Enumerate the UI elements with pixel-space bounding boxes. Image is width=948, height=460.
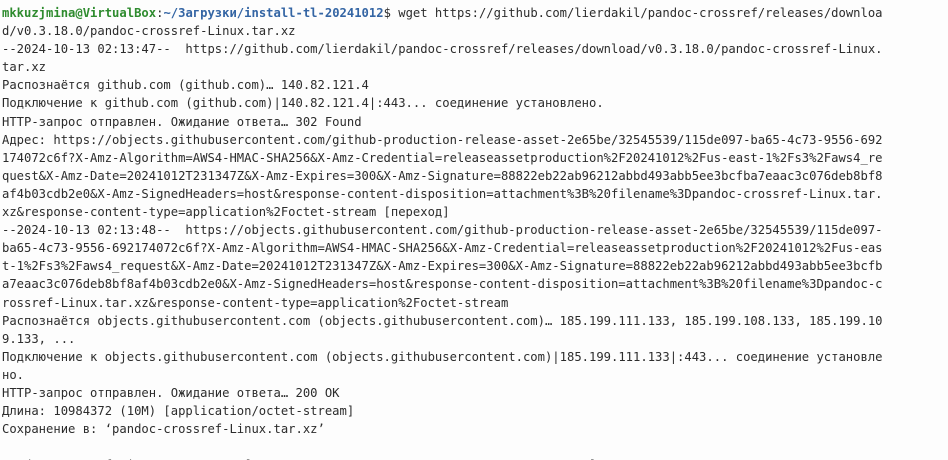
prompt-line: mkkuzjmina@VirtualBox:~/Загрузки/install… [2, 4, 948, 22]
prompt-user-host: mkkuzjmina@VirtualBox [2, 6, 157, 20]
output-line: rossref-Linux.tar.xz&response-content-ty… [2, 295, 509, 310]
output-line: Адрес: https://objects.githubusercontent… [2, 132, 883, 147]
output-line: HTTP-запрос отправлен. Ожидание ответа… … [2, 114, 362, 129]
output-line: a7eaac3c076deb8bf8af4b03cdb2e0&X-Amz-Sig… [2, 277, 883, 292]
output-line: Сохранение в: ‘pandoc-crossref-Linux.tar… [2, 422, 325, 437]
output-line: t-1%2Fs3%2Faws4_request&X-Amz-Date=20241… [2, 259, 883, 274]
output-line: Длина: 10984372 (10M) [application/octet… [2, 404, 355, 419]
output-line: но. [2, 367, 25, 382]
prompt-symbol: $ [383, 6, 391, 20]
output-line: Подключение к objects.githubusercontent.… [2, 349, 883, 364]
output-line: tar.xz [2, 60, 47, 75]
terminal-output: d/v0.3.18.0/pandoc-crossref-Linux.tar.xz… [2, 22, 948, 460]
prompt-path: ~/Загрузки/install-tl-20241012 [163, 6, 384, 20]
output-line: --2024-10-13 02:13:47-- https://github.c… [2, 42, 883, 57]
output-line: Подключение к github.com (github.com)|14… [2, 96, 604, 111]
output-line: quest&X-Amz-Date=20241012T231347Z&X-Amz-… [2, 168, 883, 183]
output-line: d/v0.3.18.0/pandoc-crossref-Linux.tar.xz [2, 24, 296, 39]
output-line: --2024-10-13 02:13:48-- https://objects.… [2, 223, 883, 238]
output-line: pandoc-crossref-Linux.tar.xz 100%[======… [2, 456, 948, 460]
output-line: 174072c6f?X-Amz-Algorithm=AWS4-HMAC-SHA2… [2, 150, 883, 165]
output-line: ba65-4c73-9556-692174072c6f?X-Amz-Algori… [2, 241, 883, 256]
output-line: HTTP-запрос отправлен. Ожидание ответа… … [2, 385, 340, 400]
terminal-window[interactable]: mkkuzjmina@VirtualBox:~/Загрузки/install… [0, 0, 948, 460]
output-line: xz&response-content-type=application%2Fo… [2, 205, 450, 220]
output-line: af4b03cdb2e0&X-Amz-SignedHeaders=host&re… [2, 186, 883, 201]
command-text: wget https://github.com/lierdakil/pandoc… [390, 6, 883, 20]
output-line: Распознаётся objects.githubusercontent.c… [2, 313, 883, 328]
output-line: Распознаётся github.com (github.com)… 14… [2, 78, 369, 93]
output-line: 9.133, ... [2, 331, 76, 346]
